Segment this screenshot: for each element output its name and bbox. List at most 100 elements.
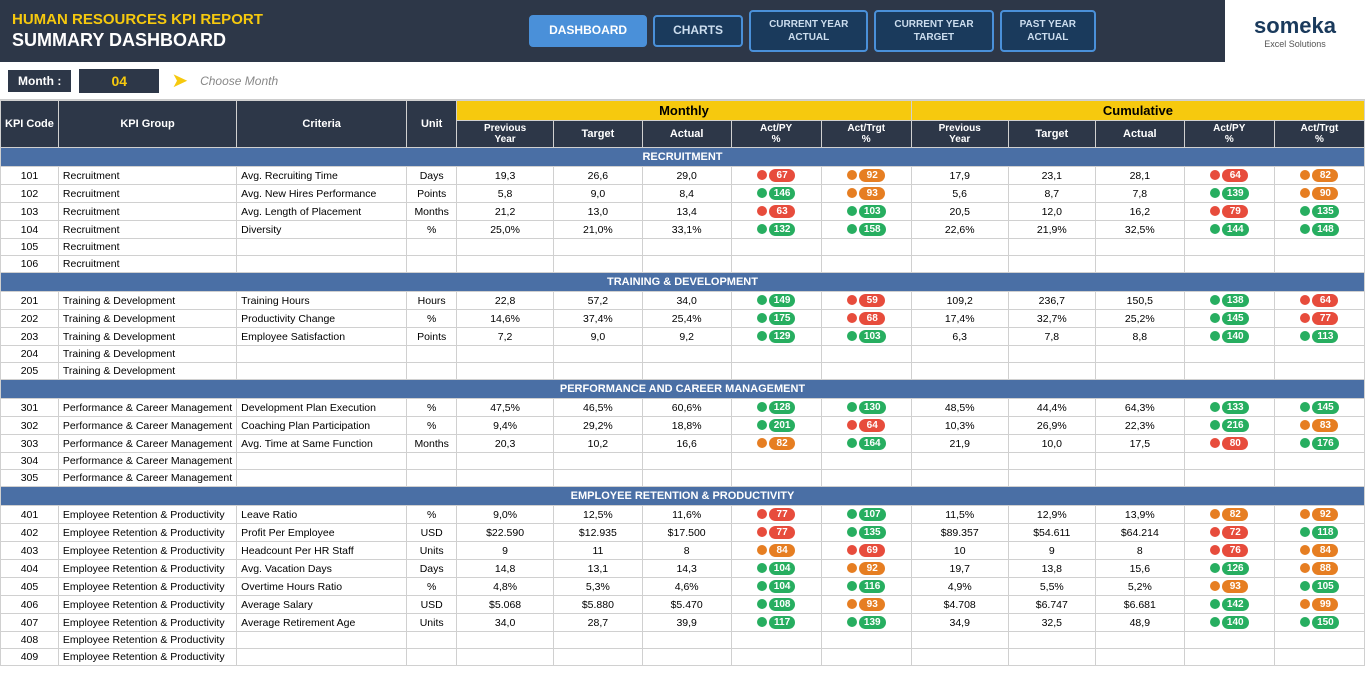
cell-c-tgt: 44,4% bbox=[1008, 399, 1095, 417]
th-m-prev-year: PreviousYear bbox=[457, 121, 554, 148]
kpi-table: KPI Code KPI Group Criteria Unit Monthly… bbox=[0, 100, 1365, 666]
cell-m-act: 8,4 bbox=[642, 185, 731, 203]
table-row: 408 Employee Retention & Productivity bbox=[1, 632, 1365, 649]
cell-c-tgt: $6.747 bbox=[1008, 596, 1095, 614]
cell-m-actpy: 63 bbox=[731, 203, 821, 221]
cell-group: Employee Retention & Productivity bbox=[58, 560, 236, 578]
cell-c-act bbox=[1095, 632, 1184, 649]
cell-group: Training & Development bbox=[58, 346, 236, 363]
cell-m-tgt: $12.935 bbox=[554, 524, 643, 542]
cell-m-act: 16,6 bbox=[642, 435, 731, 453]
cell-m-acttgt: 64 bbox=[821, 417, 911, 435]
cell-c-tgt: 23,1 bbox=[1008, 167, 1095, 185]
cell-c-prev: 10,3% bbox=[911, 417, 1008, 435]
cell-group: Training & Development bbox=[58, 310, 236, 328]
cell-m-act bbox=[642, 363, 731, 380]
cell-group: Performance & Career Management bbox=[58, 435, 236, 453]
nav-buttons: DASHBOARD CHARTS CURRENT YEARACTUAL CURR… bbox=[400, 0, 1225, 62]
table-row: 203 Training & Development Employee Sati… bbox=[1, 328, 1365, 346]
table-row: 302 Performance & Career Management Coac… bbox=[1, 417, 1365, 435]
cell-unit bbox=[407, 470, 457, 487]
cell-c-tgt: 5,5% bbox=[1008, 578, 1095, 596]
cell-code: 405 bbox=[1, 578, 59, 596]
cell-m-actpy: 128 bbox=[731, 399, 821, 417]
th-m-target: Target bbox=[554, 121, 643, 148]
cell-c-act: 64,3% bbox=[1095, 399, 1184, 417]
table-row: 402 Employee Retention & Productivity Pr… bbox=[1, 524, 1365, 542]
section-header: RECRUITMENT bbox=[1, 148, 1365, 167]
cell-c-prev bbox=[911, 649, 1008, 666]
cell-criteria bbox=[237, 453, 407, 470]
cell-c-act: 48,9 bbox=[1095, 614, 1184, 632]
logo-sub: Excel Solutions bbox=[1254, 39, 1336, 49]
cell-m-acttgt: 139 bbox=[821, 614, 911, 632]
cell-m-act bbox=[642, 632, 731, 649]
title-block: HUMAN RESOURCES KPI REPORT SUMMARY DASHB… bbox=[0, 0, 400, 62]
th-c-target: Target bbox=[1008, 121, 1095, 148]
nav-charts[interactable]: CHARTS bbox=[653, 15, 743, 47]
cell-c-tgt bbox=[1008, 649, 1095, 666]
cell-c-actpy bbox=[1184, 453, 1274, 470]
cell-c-actpy bbox=[1184, 632, 1274, 649]
cell-c-tgt bbox=[1008, 453, 1095, 470]
th-m-actual: Actual bbox=[642, 121, 731, 148]
month-value[interactable]: 04 bbox=[79, 69, 159, 93]
cell-c-tgt bbox=[1008, 239, 1095, 256]
cell-c-acttgt: 150 bbox=[1274, 614, 1364, 632]
cell-m-prev: 14,6% bbox=[457, 310, 554, 328]
cell-m-acttgt: 92 bbox=[821, 167, 911, 185]
nav-current-year-actual[interactable]: CURRENT YEARACTUAL bbox=[749, 10, 868, 52]
cell-m-tgt bbox=[554, 649, 643, 666]
cell-c-prev: 11,5% bbox=[911, 506, 1008, 524]
cell-c-act: 8 bbox=[1095, 542, 1184, 560]
cell-criteria bbox=[237, 632, 407, 649]
cell-c-tgt bbox=[1008, 346, 1095, 363]
cell-criteria: Diversity bbox=[237, 221, 407, 239]
cell-unit: Hours bbox=[407, 292, 457, 310]
cell-c-prev bbox=[911, 632, 1008, 649]
section-header: EMPLOYEE RETENTION & PRODUCTIVITY bbox=[1, 487, 1365, 506]
cell-m-acttgt bbox=[821, 632, 911, 649]
cell-c-acttgt: 99 bbox=[1274, 596, 1364, 614]
cell-m-acttgt bbox=[821, 649, 911, 666]
section-header: TRAINING & DEVELOPMENT bbox=[1, 273, 1365, 292]
cell-code: 201 bbox=[1, 292, 59, 310]
cell-code: 205 bbox=[1, 363, 59, 380]
cell-c-acttgt: 88 bbox=[1274, 560, 1364, 578]
cell-criteria: Average Salary bbox=[237, 596, 407, 614]
cell-m-actpy: 77 bbox=[731, 524, 821, 542]
logo-text: someka bbox=[1254, 13, 1336, 39]
cell-m-prev: 5,8 bbox=[457, 185, 554, 203]
cell-m-prev bbox=[457, 346, 554, 363]
cell-unit: % bbox=[407, 417, 457, 435]
cell-group: Employee Retention & Productivity bbox=[58, 506, 236, 524]
th-criteria: Criteria bbox=[237, 101, 407, 148]
cell-c-prev: 22,6% bbox=[911, 221, 1008, 239]
cell-c-tgt: 9 bbox=[1008, 542, 1095, 560]
cell-c-acttgt bbox=[1274, 346, 1364, 363]
cell-c-prev: $4.708 bbox=[911, 596, 1008, 614]
sub-title: SUMMARY DASHBOARD bbox=[12, 30, 388, 51]
th-kpi-code: KPI Code bbox=[1, 101, 59, 148]
cell-m-act: 13,4 bbox=[642, 203, 731, 221]
logo: someka Excel Solutions bbox=[1225, 0, 1365, 62]
cell-c-acttgt: 148 bbox=[1274, 221, 1364, 239]
cell-m-acttgt: 130 bbox=[821, 399, 911, 417]
nav-past-year-actual[interactable]: PAST YEARACTUAL bbox=[1000, 10, 1096, 52]
cell-m-prev bbox=[457, 453, 554, 470]
nav-dashboard[interactable]: DASHBOARD bbox=[529, 15, 647, 47]
cell-m-tgt: 37,4% bbox=[554, 310, 643, 328]
cell-c-tgt: 13,8 bbox=[1008, 560, 1095, 578]
cell-m-prev: 7,2 bbox=[457, 328, 554, 346]
cell-c-prev: 10 bbox=[911, 542, 1008, 560]
th-c-actual: Actual bbox=[1095, 121, 1184, 148]
cell-m-tgt bbox=[554, 470, 643, 487]
cell-group: Recruitment bbox=[58, 256, 236, 273]
cell-m-acttgt: 116 bbox=[821, 578, 911, 596]
section-header: PERFORMANCE AND CAREER MANAGEMENT bbox=[1, 380, 1365, 399]
cell-c-act: 28,1 bbox=[1095, 167, 1184, 185]
nav-current-year-target[interactable]: CURRENT YEARTARGET bbox=[874, 10, 993, 52]
cell-unit: Points bbox=[407, 185, 457, 203]
cell-c-prev: 17,4% bbox=[911, 310, 1008, 328]
cell-c-prev: 4,9% bbox=[911, 578, 1008, 596]
